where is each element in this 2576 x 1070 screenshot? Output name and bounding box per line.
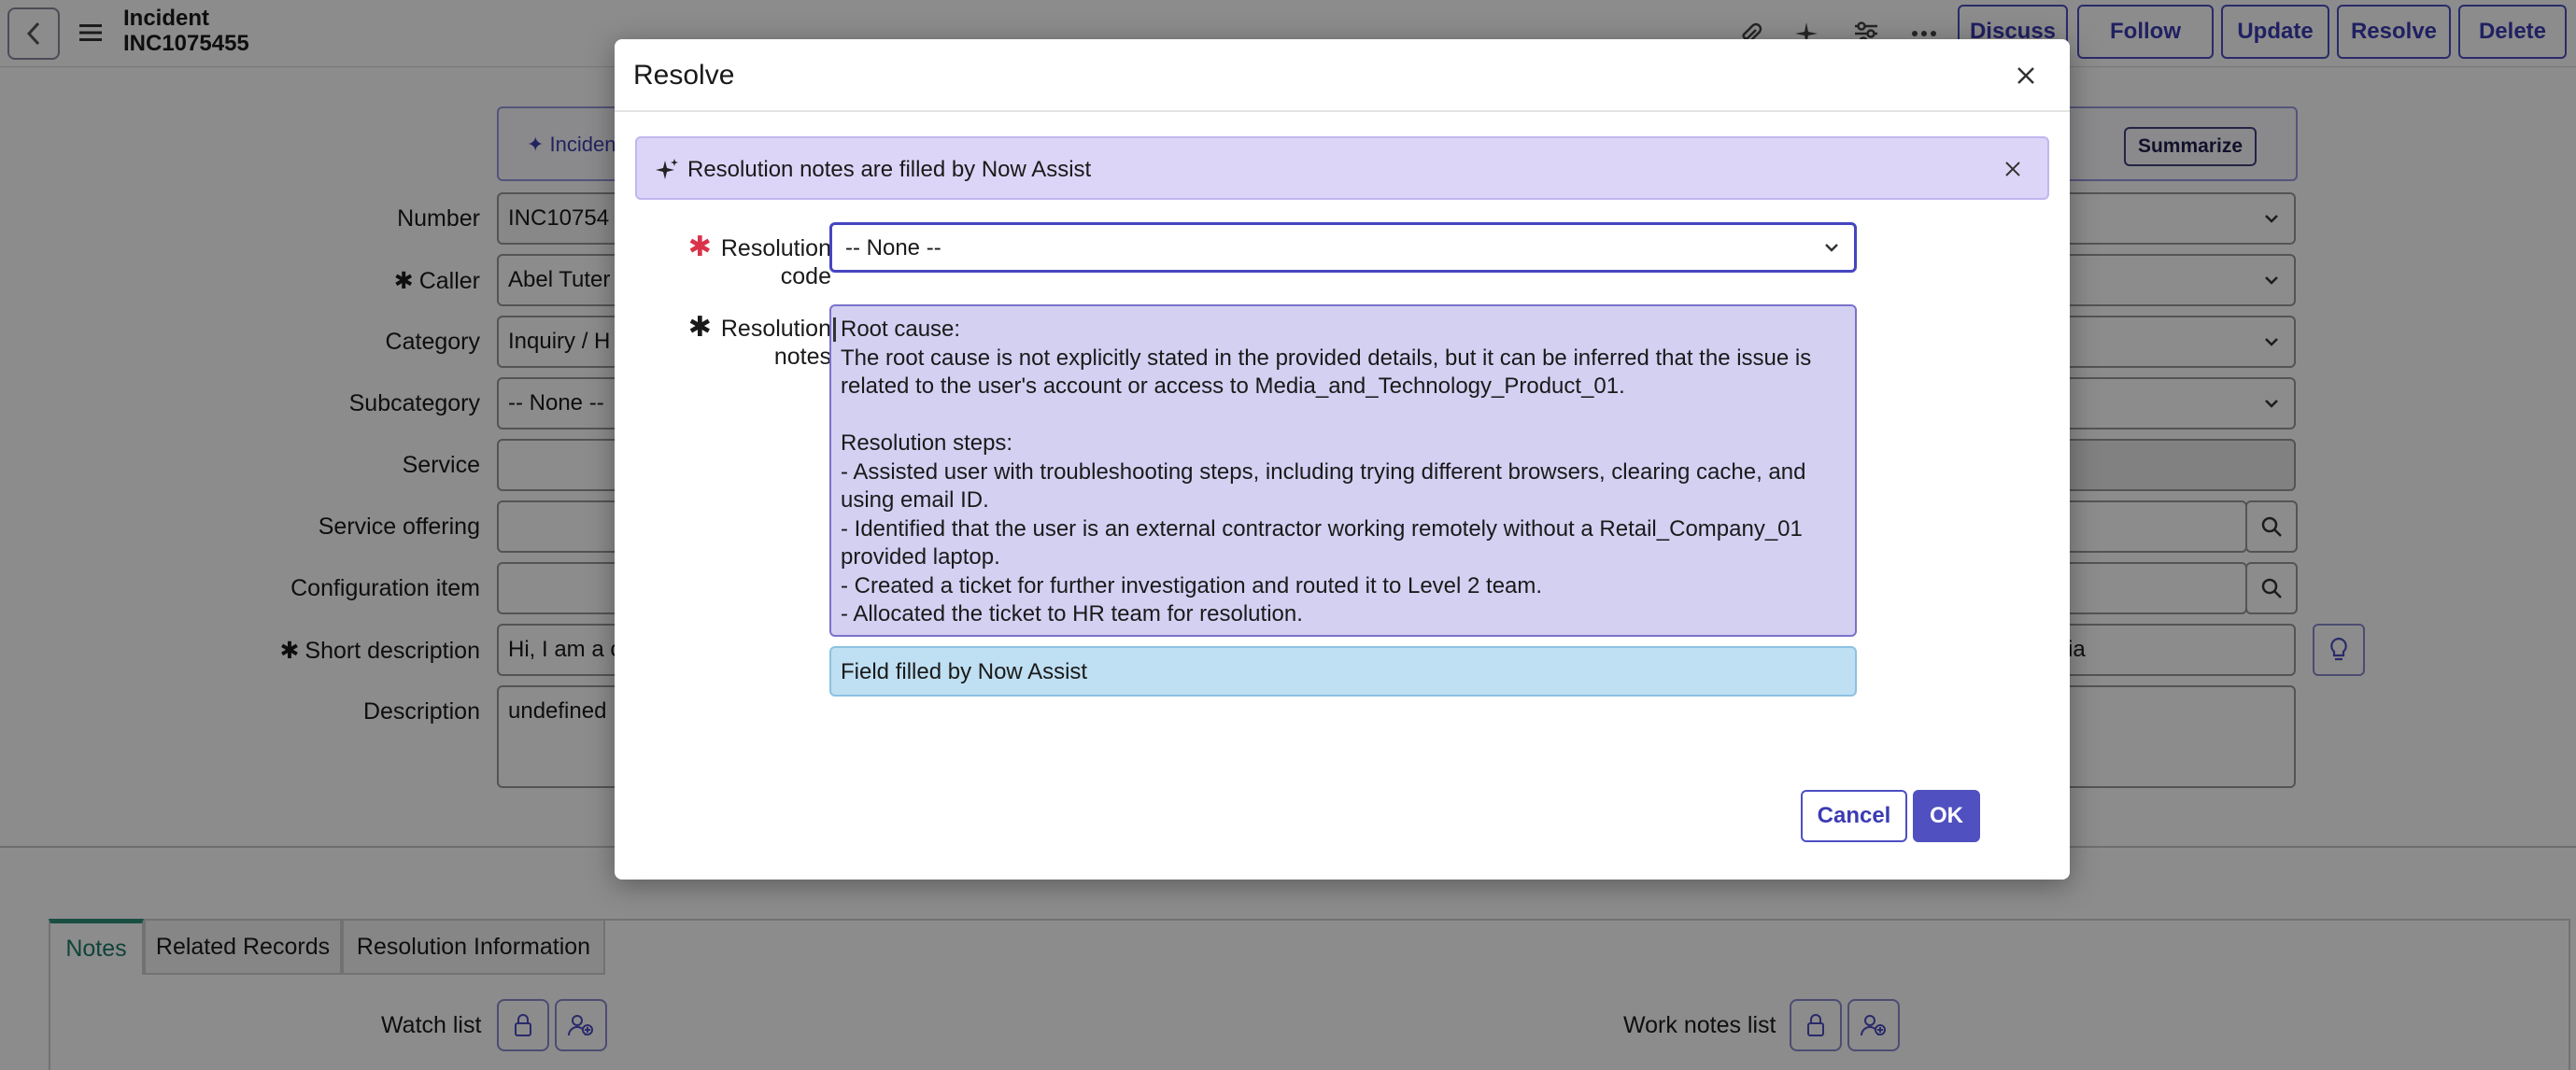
text-cursor-icon — [833, 317, 836, 342]
close-icon[interactable] — [2001, 157, 2025, 181]
cancel-button[interactable]: Cancel — [1801, 790, 1907, 842]
close-icon[interactable] — [2010, 60, 2042, 92]
field-filled-notice: Field filled by Now Assist — [829, 646, 1857, 697]
resolve-dialog: Resolve Resolution notes are filled by N… — [615, 39, 2070, 880]
required-icon: ✱ — [687, 312, 712, 343]
required-icon: ✱ — [687, 232, 712, 262]
resolution-code-value: -- None -- — [845, 235, 941, 260]
resolution-code-select[interactable]: -- None -- — [829, 222, 1857, 273]
dialog-title: Resolve — [633, 60, 735, 91]
now-assist-banner: Resolution notes are filled by Now Assis… — [635, 136, 2049, 200]
resolution-notes-textarea[interactable]: Root cause: The root cause is not explic… — [829, 304, 1857, 637]
resolution-notes-label: ✱ Resolution notes — [687, 312, 831, 371]
sparkle-icon — [656, 159, 678, 179]
chevron-down-icon — [1825, 244, 1838, 252]
banner-message: Resolution notes are filled by Now Assis… — [687, 157, 1092, 182]
ok-button[interactable]: OK — [1913, 790, 1980, 842]
dialog-header: Resolve — [615, 39, 2070, 112]
resolution-code-label: ✱ Resolution code — [687, 232, 831, 290]
